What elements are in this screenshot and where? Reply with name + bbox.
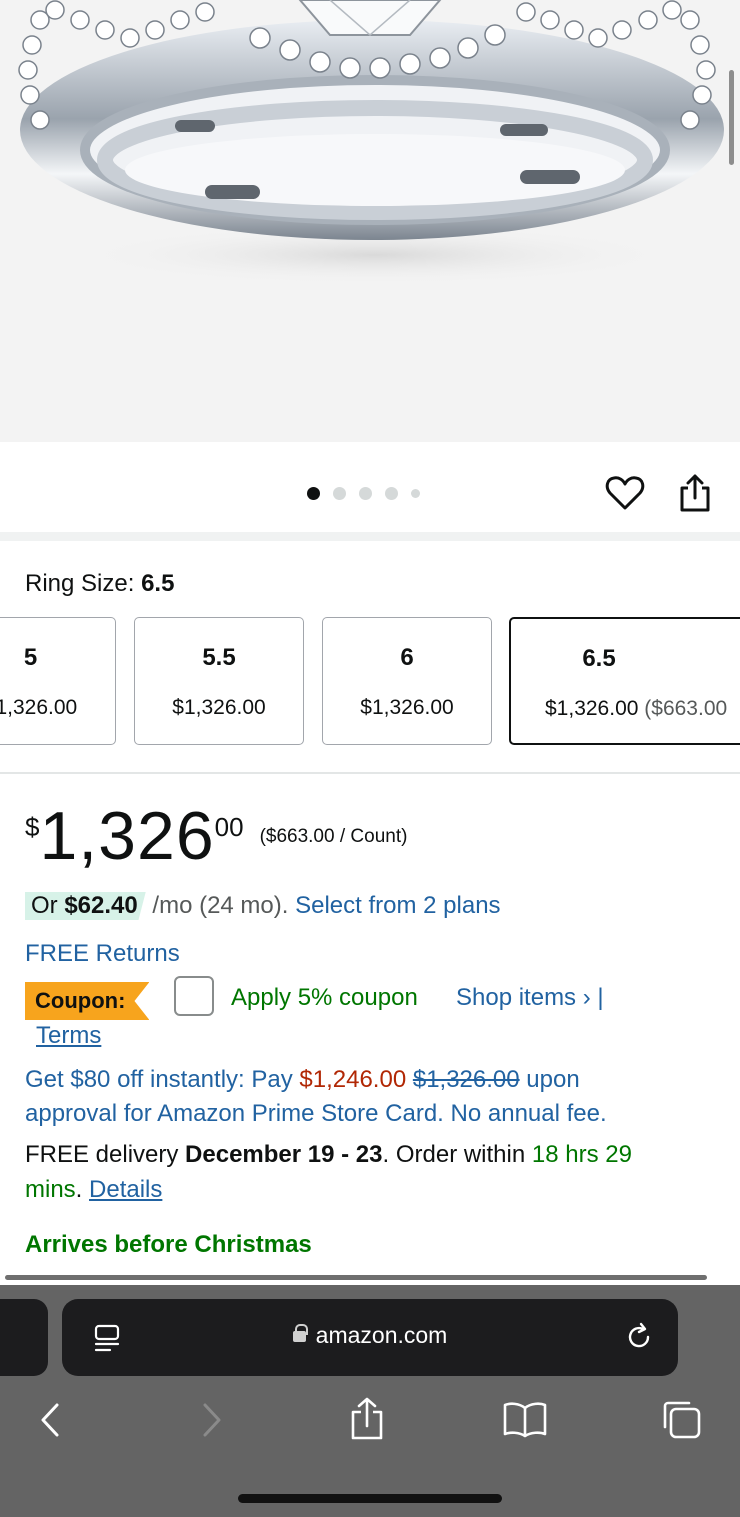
card-offer-old-price: $1,326.00 xyxy=(412,1066,520,1093)
lock-icon xyxy=(292,1324,308,1342)
ring-photo xyxy=(18,0,724,285)
price-whole: 1,326 xyxy=(39,798,215,874)
carousel-dot[interactable] xyxy=(411,489,420,498)
card-offer[interactable]: Get $80 off instantly: Pay $1,246.00 $1,… xyxy=(25,1066,580,1094)
price-fraction: 00 xyxy=(214,812,244,842)
delivery-details-link[interactable]: Details xyxy=(89,1176,162,1203)
shop-items-link[interactable]: Shop items › | xyxy=(456,984,604,1012)
wishlist-button[interactable] xyxy=(604,472,646,514)
size-option-price: $1,326.00 xyxy=(0,696,78,719)
forward-icon[interactable] xyxy=(196,1402,226,1438)
carousel-dot[interactable] xyxy=(359,487,372,500)
size-option-label: 6.5 xyxy=(582,645,616,672)
size-option-label: 5.5 xyxy=(202,644,236,671)
delivery-line-2: mins. Details xyxy=(25,1176,163,1203)
back-icon[interactable] xyxy=(36,1402,66,1438)
carousel-dot[interactable] xyxy=(333,487,346,500)
scroll-indicator xyxy=(729,70,734,165)
size-option-5-5[interactable]: 5.5 $1,326.00 xyxy=(134,617,304,745)
share-icon xyxy=(680,474,710,512)
coupon-badge: Coupon: xyxy=(25,982,150,1020)
financing-line: Or $62.40 /mo (24 mo). Select from 2 pla… xyxy=(25,892,501,920)
size-option-6-5[interactable]: 6.5 $1,326.00 ($663.00 xyxy=(509,617,740,745)
carousel-dot[interactable] xyxy=(307,487,320,500)
size-option-price: $1,326.00 xyxy=(172,696,266,719)
delivery-line: FREE delivery December 19 - 23. Order wi… xyxy=(25,1141,632,1168)
share-page-icon[interactable] xyxy=(348,1396,386,1442)
free-returns-link[interactable]: FREE Returns xyxy=(25,940,180,968)
carousel-dot[interactable] xyxy=(385,487,398,500)
size-option-6[interactable]: 6 $1,326.00 xyxy=(322,617,492,745)
product-image[interactable] xyxy=(0,0,740,442)
size-option-price: $1,326.00 ($663.00 xyxy=(545,697,728,720)
size-option-label: 6 xyxy=(400,644,414,671)
apply-coupon-label[interactable]: Apply 5% coupon xyxy=(231,984,418,1012)
product-page: Ring Size: 6.5 5 $1,326.00 5.5 $1,326.00… xyxy=(0,0,740,1517)
size-option-5[interactable]: 5 $1,326.00 xyxy=(0,617,116,745)
size-option-price: $1,326.00 xyxy=(360,696,454,719)
heart-icon xyxy=(605,476,645,510)
installment-badge: Or $62.40 xyxy=(25,892,146,920)
coupon-checkbox[interactable] xyxy=(174,976,214,1016)
page-scroll-bar xyxy=(5,1275,707,1280)
share-button[interactable] xyxy=(676,472,714,514)
card-offer-price: $1,246.00 xyxy=(299,1066,407,1093)
carousel-dots[interactable] xyxy=(307,487,420,500)
home-indicator xyxy=(238,1494,502,1503)
card-offer-line2[interactable]: approval for Amazon Prime Store Card. No… xyxy=(25,1100,607,1128)
coupon-terms-link[interactable]: Terms xyxy=(36,1022,101,1050)
arrives-before-christmas: Arrives before Christmas xyxy=(25,1231,312,1258)
size-option-label: 5 xyxy=(23,644,38,671)
reload-icon[interactable] xyxy=(624,1322,654,1352)
section-divider xyxy=(0,532,740,541)
select-plans-link[interactable]: Select from 2 plans xyxy=(295,892,500,919)
price-per-unit: ($663.00 / Count) xyxy=(259,826,408,847)
price-block: $ 1,326 00 ($663.00 / Count) xyxy=(25,800,407,872)
price-currency: $ xyxy=(25,812,40,842)
ring-size-label: Ring Size: 6.5 xyxy=(25,570,175,597)
bookmarks-icon[interactable] xyxy=(502,1400,548,1438)
tabs-icon[interactable] xyxy=(660,1398,702,1440)
section-divider xyxy=(0,772,740,774)
